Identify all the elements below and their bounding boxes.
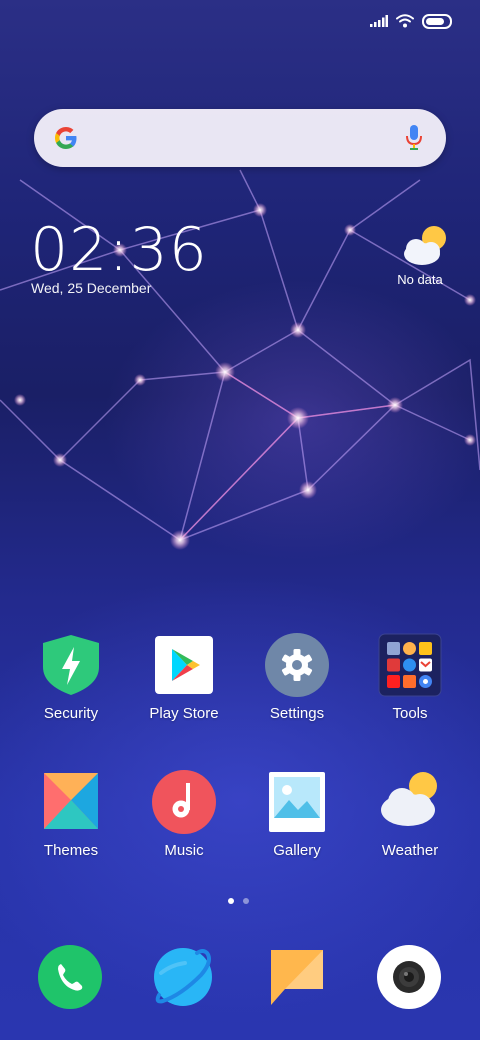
weather-icon	[378, 770, 442, 834]
app-weather[interactable]: Weather	[350, 770, 470, 859]
page-indicator	[228, 898, 249, 904]
signal-icon	[370, 15, 388, 27]
message-icon	[271, 950, 323, 1005]
app-label: Music	[164, 842, 204, 859]
music-note-icon	[152, 770, 216, 834]
gear-icon	[265, 633, 329, 697]
camera-icon	[377, 945, 441, 1009]
app-settings[interactable]: Settings	[237, 633, 357, 722]
google-search-bar[interactable]	[34, 109, 446, 167]
shield-bolt-icon	[39, 633, 103, 697]
app-label: Themes	[43, 842, 99, 859]
dock-messaging[interactable]	[265, 945, 329, 1009]
clock-hour: 02	[30, 215, 109, 285]
wallpaper	[0, 169, 480, 550]
clock-date[interactable]: Wed, 25 December	[31, 280, 151, 296]
play-store-icon	[152, 633, 216, 697]
app-label: Gallery	[273, 842, 321, 859]
partly-cloudy-icon	[404, 226, 446, 265]
app-security[interactable]: Security	[11, 633, 131, 722]
dock-camera[interactable]	[377, 945, 441, 1009]
wifi-icon	[396, 14, 414, 28]
weather-widget[interactable]: No data	[392, 224, 452, 287]
planet-icon	[154, 948, 212, 1006]
google-logo-icon	[55, 127, 77, 149]
app-gallery[interactable]: Gallery	[237, 770, 357, 859]
folder-icon	[378, 633, 442, 697]
dock-phone[interactable]	[38, 945, 102, 1009]
microphone-icon[interactable]	[404, 123, 424, 153]
battery-level	[426, 17, 444, 25]
app-music[interactable]: Music	[124, 770, 244, 859]
status-bar	[370, 10, 452, 32]
app-label: Play Store	[149, 705, 219, 722]
app-label: Security	[43, 705, 99, 722]
app-label: Tools	[392, 705, 428, 722]
clock-separator: :	[108, 215, 130, 285]
phone-icon	[38, 945, 102, 1009]
clock-minute: 36	[129, 215, 208, 285]
battery-icon	[422, 13, 452, 29]
weather-status-text: No data	[397, 272, 443, 287]
app-label: Settings	[269, 705, 325, 722]
dock-browser[interactable]	[151, 945, 215, 1009]
gallery-icon	[265, 770, 329, 834]
themes-icon	[39, 770, 103, 834]
clock-time[interactable]: 02:36	[30, 218, 208, 282]
app-label: Weather	[381, 842, 439, 859]
page-dot-2[interactable]	[243, 898, 249, 904]
app-themes[interactable]: Themes	[11, 770, 131, 859]
folder-tools[interactable]: Tools	[350, 633, 470, 722]
app-play-store[interactable]: Play Store	[124, 633, 244, 722]
page-dot-1[interactable]	[228, 898, 234, 904]
